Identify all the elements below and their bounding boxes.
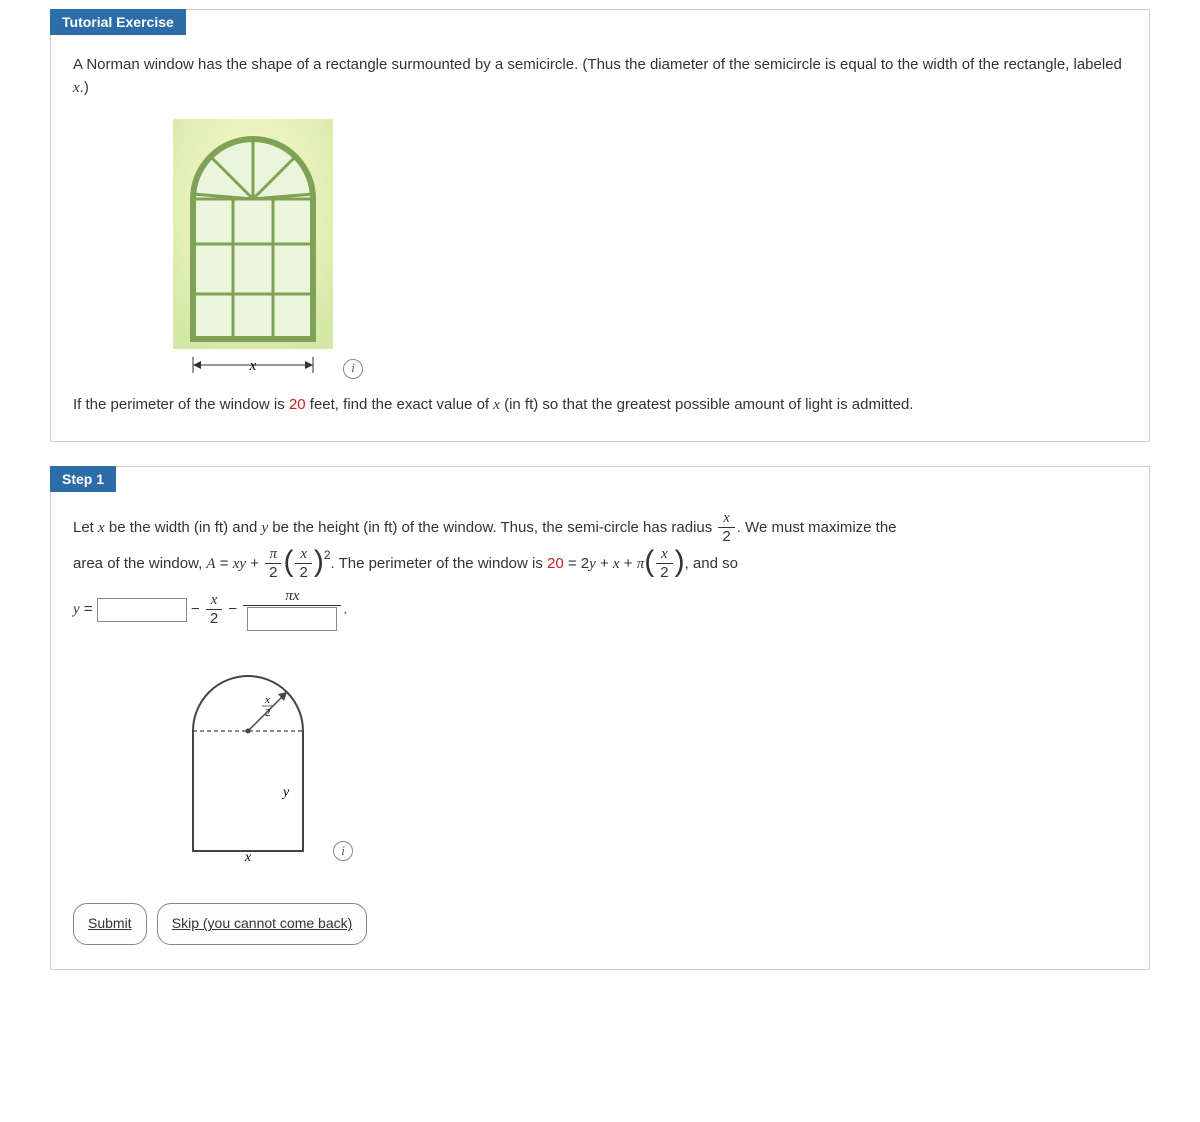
problem-statement: A Norman window has the shape of a recta…	[73, 53, 1127, 101]
norman-diagram-svg: x y x 2	[173, 661, 323, 861]
skip-button[interactable]: Skip (you cannot come back)	[157, 903, 368, 945]
step1-section: Step 1 Let x be the width (in ft) and y …	[50, 466, 1150, 970]
info-icon[interactable]: i	[333, 841, 353, 861]
step1-line2: area of the window, A = xy + π2(x2)2. Th…	[73, 546, 1127, 582]
step1-header: Step 1	[50, 466, 116, 492]
norman-window-illustration: x	[173, 119, 333, 379]
submit-button[interactable]: Submit	[73, 903, 147, 945]
window-figure: x i	[173, 119, 1127, 379]
svg-text:x: x	[264, 694, 270, 706]
answer-input-2[interactable]	[247, 607, 337, 631]
step1-y-equation: y = − x2 − πx.	[73, 588, 1127, 632]
step1-line1: Let x be the width (in ft) and y be the …	[73, 510, 1127, 546]
svg-text:2: 2	[265, 707, 271, 719]
tutorial-header: Tutorial Exercise	[50, 9, 186, 35]
answer-input-1[interactable]	[97, 598, 187, 622]
tutorial-section: Tutorial Exercise A Norman window has th…	[50, 9, 1150, 442]
step1-diagram: x y x 2 i	[173, 661, 1127, 861]
info-icon[interactable]: i	[343, 359, 363, 379]
perimeter-statement: If the perimeter of the window is 20 fee…	[73, 393, 1127, 417]
svg-text:y: y	[281, 785, 290, 800]
svg-text:x: x	[249, 358, 257, 374]
